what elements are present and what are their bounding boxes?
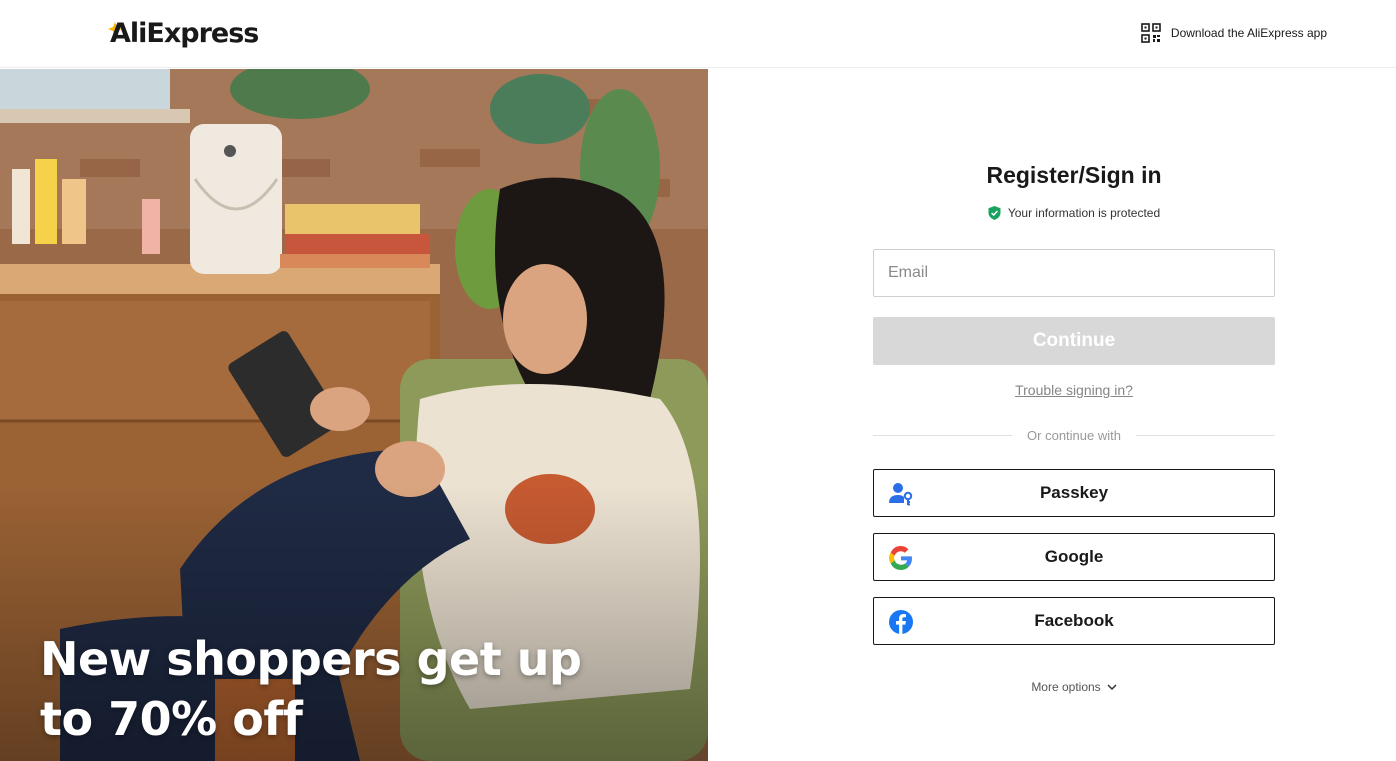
promo-headline: New shoppers get up to 70% off (40, 632, 582, 746)
google-icon (889, 546, 912, 570)
more-options-label: More options (1031, 680, 1101, 694)
divider-line-left (873, 434, 1013, 436)
security-note-text: Your information is protected (1007, 206, 1161, 220)
logo-text: AliExpress (110, 17, 259, 49)
login-panel: Register/Sign in Your information is pro… (873, 150, 1275, 695)
shield-check-icon (988, 206, 1001, 220)
google-label: Google (1044, 547, 1104, 566)
continue-button[interactable]: Continue (873, 317, 1275, 365)
passkey-icon (889, 483, 913, 506)
divider-line-right (1135, 434, 1275, 436)
google-button[interactable]: Google (873, 533, 1275, 581)
security-note: Your information is protected (873, 205, 1275, 221)
passkey-label: Passkey (1039, 483, 1109, 502)
email-field[interactable] (873, 249, 1275, 297)
chevron-down-icon (1107, 683, 1117, 690)
qr-code-icon (1141, 23, 1161, 43)
facebook-button[interactable]: Facebook (873, 597, 1275, 645)
trouble-signing-in-link[interactable]: Trouble signing in? (873, 382, 1275, 400)
top-header: AliExpress Download the AliExpress app (0, 0, 1396, 68)
promo-hero-image: New shoppers get up to 70% off (0, 69, 708, 761)
page-title: Register/Sign in (986, 162, 1162, 188)
download-app-link[interactable]: Download the AliExpress app (1141, 22, 1327, 44)
aliexpress-logo[interactable]: AliExpress (108, 14, 259, 52)
more-options-button[interactable]: More options (873, 679, 1275, 695)
facebook-label: Facebook (1034, 611, 1114, 630)
facebook-icon (889, 610, 913, 634)
passkey-button[interactable]: Passkey (873, 469, 1275, 517)
or-continue-divider: Or continue with (873, 426, 1275, 444)
divider-label: Or continue with (1027, 427, 1121, 443)
download-app-label: Download the AliExpress app (1170, 26, 1327, 40)
